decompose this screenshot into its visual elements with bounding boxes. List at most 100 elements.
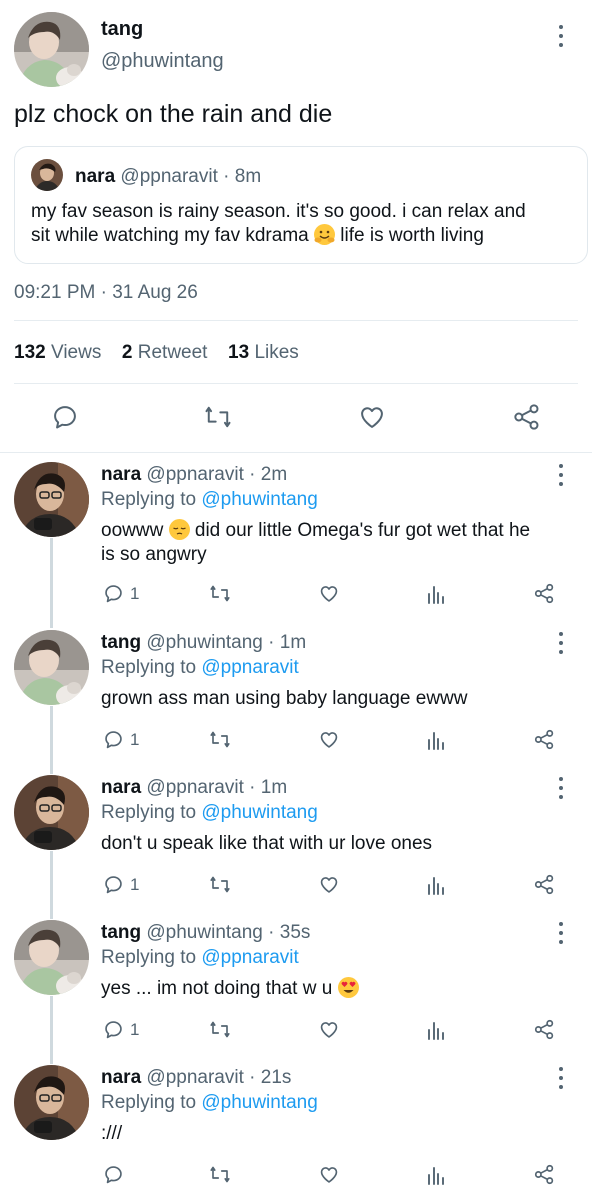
- analytics-button[interactable]: [426, 1019, 446, 1040]
- replying-to-handle[interactable]: @ppnaravit: [201, 657, 298, 678]
- reply-author-name[interactable]: nara: [101, 1067, 141, 1088]
- speech-bubble-icon: [103, 1019, 124, 1040]
- share-icon: [534, 1019, 555, 1040]
- reply-author-handle[interactable]: @phuwintang: [146, 632, 262, 653]
- like-button[interactable]: [318, 874, 340, 895]
- share-button[interactable]: [534, 1164, 555, 1185]
- reply-text-content: yes ... im not doing that w u: [101, 978, 333, 999]
- reply-header: nara @ppnaravit · 21s: [101, 1067, 291, 1089]
- replying-to-handle[interactable]: @ppnaravit: [201, 947, 298, 968]
- reply-button[interactable]: 1: [103, 729, 139, 750]
- divider: [14, 383, 578, 384]
- reply-author-handle[interactable]: @phuwintang: [146, 922, 262, 943]
- avatar-nara[interactable]: [14, 775, 89, 850]
- replying-to-label: Replying to: [101, 802, 197, 823]
- avatar-nara[interactable]: [14, 1065, 89, 1140]
- retweets-count[interactable]: 2: [122, 342, 133, 363]
- avatar-tang-image: [14, 630, 89, 705]
- share-button[interactable]: [534, 583, 555, 604]
- reply-button[interactable]: 1: [103, 1019, 139, 1040]
- replying-to-handle[interactable]: @phuwintang: [201, 489, 317, 510]
- reply-header: tang @phuwintang · 35s: [101, 922, 310, 944]
- reply-author-name[interactable]: nara: [101, 777, 141, 798]
- avatar-tang[interactable]: [14, 920, 89, 995]
- replying-to: Replying to @phuwintang: [101, 802, 318, 824]
- analytics-button[interactable]: [426, 1164, 446, 1185]
- like-button[interactable]: [318, 583, 340, 604]
- likes-count[interactable]: 13: [228, 342, 249, 363]
- retweet-button[interactable]: [208, 1019, 232, 1040]
- share-button[interactable]: [534, 1019, 555, 1040]
- like-button[interactable]: [358, 403, 386, 431]
- retweet-button[interactable]: [208, 874, 232, 895]
- more-vertical-icon[interactable]: [556, 1067, 566, 1089]
- retweet-button[interactable]: [208, 1164, 232, 1185]
- author-name[interactable]: tang: [101, 18, 143, 41]
- speech-bubble-icon: [103, 729, 124, 750]
- quoted-text-line2: sit while watching my fav kdrama life is…: [31, 224, 526, 248]
- reply-time[interactable]: 21s: [261, 1067, 292, 1088]
- analytics-icon: [426, 1164, 446, 1185]
- analytics-button[interactable]: [426, 729, 446, 750]
- share-button[interactable]: [534, 874, 555, 895]
- reply-author-handle[interactable]: @ppnaravit: [146, 777, 243, 798]
- reply-separator: ·: [268, 922, 275, 943]
- retweet-button[interactable]: [208, 729, 232, 750]
- thread-line: [50, 996, 53, 1064]
- avatar-tang[interactable]: [14, 12, 89, 87]
- analytics-button[interactable]: [426, 583, 446, 604]
- hugging-face-emoji: [314, 224, 335, 245]
- reply-text: grown ass man using baby language ewww: [101, 688, 468, 709]
- reply-time[interactable]: 35s: [280, 922, 311, 943]
- reply-separator: ·: [249, 1067, 256, 1088]
- like-button[interactable]: [318, 729, 340, 750]
- share-button[interactable]: [534, 729, 555, 750]
- reply-button[interactable]: 1: [103, 583, 139, 604]
- reply-text-b: did our little Omega's fur got wet that …: [194, 520, 531, 541]
- like-button[interactable]: [318, 1164, 340, 1185]
- reply-time[interactable]: 1m: [280, 632, 306, 653]
- replying-to-handle[interactable]: @phuwintang: [201, 1092, 317, 1113]
- retweets-label[interactable]: Retweet: [138, 342, 208, 363]
- more-vertical-icon[interactable]: [556, 777, 566, 799]
- like-button[interactable]: [318, 1019, 340, 1040]
- reply-author-handle[interactable]: @ppnaravit: [146, 1067, 243, 1088]
- likes-label[interactable]: Likes: [254, 342, 298, 363]
- avatar-nara-image: [14, 462, 89, 537]
- reply-text-line1: oowww did our little Omega's fur got wet…: [101, 519, 530, 543]
- avatar-nara[interactable]: [14, 462, 89, 537]
- reply-text: :///: [101, 1123, 123, 1144]
- avatar-tang[interactable]: [14, 630, 89, 705]
- more-vertical-icon[interactable]: [556, 632, 566, 654]
- author-handle[interactable]: @phuwintang: [101, 50, 224, 73]
- quoted-time: 8m: [234, 166, 262, 187]
- retweet-button[interactable]: [203, 403, 233, 431]
- replying-to: Replying to @phuwintang: [101, 489, 318, 511]
- reply-author-name[interactable]: tang: [101, 922, 141, 943]
- reply-button[interactable]: 1: [103, 874, 139, 895]
- reply-button[interactable]: [103, 1164, 130, 1185]
- quoted-text-line2-a: sit while watching my fav kdrama: [31, 225, 309, 246]
- more-vertical-icon[interactable]: [556, 25, 566, 47]
- tweet-stats: 132 Views 2 Retweet 13 Likes: [14, 342, 299, 364]
- reply-author-handle[interactable]: @ppnaravit: [146, 464, 243, 485]
- quoted-text-line2-b: life is worth living: [340, 225, 484, 246]
- thread-line: [50, 706, 53, 774]
- share-icon: [534, 729, 555, 750]
- analytics-button[interactable]: [426, 874, 446, 895]
- reply-author-name[interactable]: tang: [101, 632, 141, 653]
- reply-separator: ·: [249, 777, 256, 798]
- reply-author-name[interactable]: nara: [101, 464, 141, 485]
- tweet-timestamp[interactable]: 09:21 PM · 31 Aug 26: [14, 282, 198, 304]
- replying-to-handle[interactable]: @phuwintang: [201, 802, 317, 823]
- more-vertical-icon[interactable]: [556, 464, 566, 486]
- retweet-button[interactable]: [208, 583, 232, 604]
- quoted-tweet[interactable]: nara @ppnaravit · 8m my fav season is ra…: [14, 146, 588, 264]
- share-button[interactable]: [513, 403, 541, 431]
- reply-button[interactable]: [51, 403, 79, 431]
- reply-time[interactable]: 1m: [261, 777, 287, 798]
- reply-time[interactable]: 2m: [261, 464, 287, 485]
- analytics-icon: [426, 583, 446, 604]
- more-vertical-icon[interactable]: [556, 922, 566, 944]
- replying-to-label: Replying to: [101, 489, 197, 510]
